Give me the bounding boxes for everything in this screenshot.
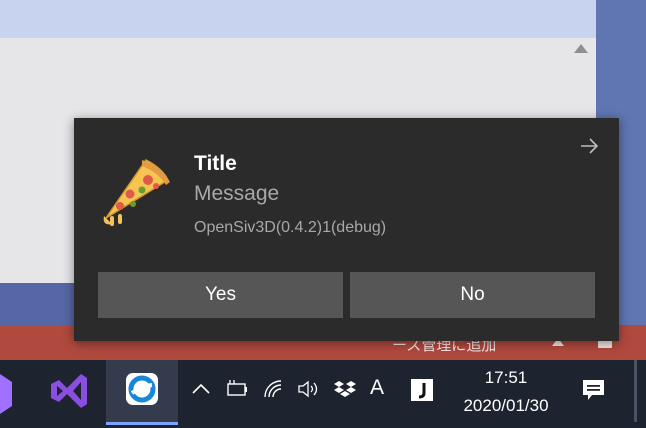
tray-ime[interactable]: A <box>370 376 384 400</box>
show-desktop-button[interactable] <box>634 360 637 422</box>
notification-center-icon <box>583 380 604 400</box>
dropbox-icon <box>334 381 356 397</box>
taskbar <box>0 360 646 428</box>
visual-studio-icon <box>51 374 87 408</box>
background-window-titlebar <box>0 0 596 38</box>
tray-wifi[interactable] <box>262 378 286 403</box>
battery-plug-icon <box>227 380 247 396</box>
app-active-icon <box>126 373 158 405</box>
toast-notification[interactable]: Title Message OpenSiv3D(0.4.2)1(debug) Y… <box>74 118 619 341</box>
action-center-button[interactable] <box>580 376 608 409</box>
taskbar-app-active[interactable] <box>106 360 178 425</box>
app-tray-icon <box>411 379 433 401</box>
tray-power[interactable] <box>224 378 250 403</box>
yes-button[interactable]: Yes <box>98 272 343 318</box>
app-icon <box>0 374 12 414</box>
no-button[interactable]: No <box>350 272 595 318</box>
tray-dropbox[interactable] <box>332 378 358 405</box>
taskbar-app-visual-studio[interactable] <box>45 360 91 422</box>
tray-volume[interactable] <box>296 378 322 403</box>
clock-time[interactable]: 17:51 <box>466 368 546 388</box>
wifi-icon <box>264 380 282 398</box>
speaker-icon <box>298 380 318 398</box>
taskbar-app-left[interactable] <box>0 360 14 422</box>
scroll-up-arrow-icon[interactable] <box>574 44 588 53</box>
pizza-icon <box>103 159 170 226</box>
tray-app[interactable] <box>410 378 434 405</box>
toast-message: Message <box>194 182 280 205</box>
toast-app-logo <box>98 156 174 232</box>
tray-overflow-chevron[interactable] <box>190 378 212 403</box>
toast-attribution: OpenSiv3D(0.4.2)1(debug) <box>194 219 387 236</box>
arrow-right-icon <box>581 138 599 154</box>
toast-dismiss-button[interactable] <box>578 136 602 156</box>
toast-title: Title <box>194 152 237 175</box>
clock-date[interactable]: 2020/01/30 <box>456 396 556 416</box>
chevron-up-icon <box>192 383 210 394</box>
